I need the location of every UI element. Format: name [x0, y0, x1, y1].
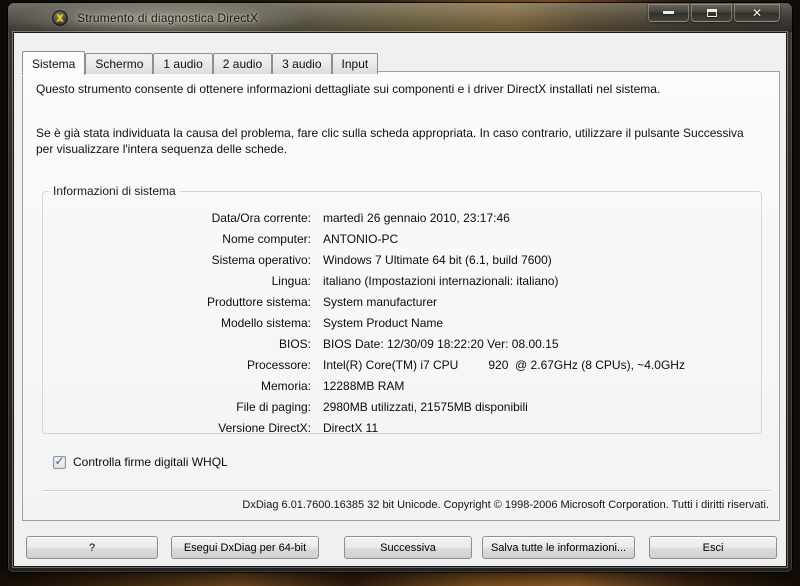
close-icon: ✕	[752, 7, 762, 19]
minimize-button[interactable]	[648, 3, 689, 22]
tab-2-audio[interactable]: 2 audio	[213, 53, 272, 74]
row-label: BIOS:	[43, 337, 311, 351]
row-value: System Product Name	[323, 316, 443, 330]
row-modello-sistema: Modello sistema: System Product Name	[43, 312, 761, 333]
checkmark-icon: ✓	[54, 456, 64, 466]
desktop-wallpaper-strip	[0, 570, 800, 586]
row-value: martedì 26 gennaio 2010, 23:17:46	[323, 211, 510, 225]
row-processore: Processore: Intel(R) Core(TM) i7 CPU 920…	[43, 354, 761, 375]
row-label: Data/Ora corrente:	[43, 211, 311, 225]
tab-sistema[interactable]: Sistema	[22, 51, 85, 75]
row-lingua: Lingua: italiano (Impostazioni internazi…	[43, 270, 761, 291]
row-label: Lingua:	[43, 274, 311, 288]
help-button[interactable]: ?	[26, 536, 158, 559]
row-data-ora: Data/Ora corrente: martedì 26 gennaio 20…	[43, 207, 761, 228]
system-info-rows: Data/Ora corrente: martedì 26 gennaio 20…	[43, 198, 761, 438]
whql-checkbox-label: Controlla firme digitali WHQL	[73, 455, 228, 469]
maximize-icon	[707, 9, 717, 17]
row-label: Memoria:	[43, 379, 311, 393]
close-button[interactable]: ✕	[734, 3, 780, 22]
intro-paragraph-1: Questo strumento consente di ottenere in…	[36, 81, 763, 97]
row-bios: BIOS: BIOS Date: 12/30/09 18:22:20 Ver: …	[43, 333, 761, 354]
tab-1-audio[interactable]: 1 audio	[153, 53, 212, 74]
run-dxdiag-64bit-button[interactable]: Esegui DxDiag per 64-bit	[171, 536, 319, 559]
tab-schermo[interactable]: Schermo	[85, 53, 153, 74]
row-value: System manufacturer	[323, 295, 437, 309]
tab-3-audio[interactable]: 3 audio	[272, 53, 331, 74]
row-value: 12288MB RAM	[323, 379, 404, 393]
row-label: File di paging:	[43, 400, 311, 414]
dialog-client-area: Sistema Schermo 1 audio 2 audio 3 audio …	[13, 32, 787, 567]
intro-paragraph-2: Se è già stata individuata la causa del …	[36, 125, 763, 157]
dxdiag-window: Strumento di diagnostica DirectX ✕ Siste…	[8, 3, 792, 572]
row-value: Intel(R) Core(TM) i7 CPU 920 @ 2.67GHz (…	[323, 358, 685, 372]
row-versione-directx: Versione DirectX: DirectX 11	[43, 417, 761, 438]
row-label: Versione DirectX:	[43, 421, 311, 435]
row-label: Modello sistema:	[43, 316, 311, 330]
minimize-icon	[663, 11, 674, 14]
row-label: Produttore sistema:	[43, 295, 311, 309]
row-value: BIOS Date: 12/30/09 18:22:20 Ver: 08.00.…	[323, 337, 559, 351]
exit-button[interactable]: Esci	[649, 536, 777, 559]
row-file-di-paging: File di paging: 2980MB utilizzati, 21575…	[43, 396, 761, 417]
next-button[interactable]: Successiva	[344, 536, 472, 559]
row-value: DirectX 11	[323, 421, 378, 435]
footer-separator	[42, 490, 770, 492]
row-value: ANTONIO-PC	[323, 232, 398, 246]
system-info-groupbox: Informazioni di sistema Data/Ora corrent…	[42, 184, 762, 434]
whql-checkbox[interactable]: ✓	[53, 456, 66, 469]
row-memoria: Memoria: 12288MB RAM	[43, 375, 761, 396]
tab-strip: Sistema Schermo 1 audio 2 audio 3 audio …	[22, 50, 378, 74]
row-sistema-operativo: Sistema operativo: Windows 7 Ultimate 64…	[43, 249, 761, 270]
row-value: Windows 7 Ultimate 64 bit (6.1, build 76…	[323, 253, 552, 267]
tab-page-sistema: Questo strumento consente di ottenere in…	[22, 71, 780, 521]
save-all-information-button[interactable]: Salva tutte le informazioni...	[482, 536, 635, 559]
window-title: Strumento di diagnostica DirectX	[77, 11, 258, 25]
row-value: 2980MB utilizzati, 21575MB disponibili	[323, 400, 528, 414]
window-caption-buttons: ✕	[648, 3, 780, 22]
copyright-text: DxDiag 6.01.7600.16385 32 bit Unicode. C…	[242, 499, 769, 511]
whql-checkbox-row: ✓ Controlla firme digitali WHQL	[53, 455, 228, 469]
directx-logo-icon	[52, 10, 68, 26]
row-label: Nome computer:	[43, 232, 311, 246]
row-label: Sistema operativo:	[43, 253, 311, 267]
row-produttore-sistema: Produttore sistema: System manufacturer	[43, 291, 761, 312]
row-value: italiano (Impostazioni internazionali: i…	[323, 274, 558, 288]
tab-input[interactable]: Input	[332, 53, 379, 74]
row-label: Processore:	[43, 358, 311, 372]
system-info-group-title: Informazioni di sistema	[49, 184, 180, 198]
maximize-button[interactable]	[691, 3, 732, 22]
row-nome-computer: Nome computer: ANTONIO-PC	[43, 228, 761, 249]
